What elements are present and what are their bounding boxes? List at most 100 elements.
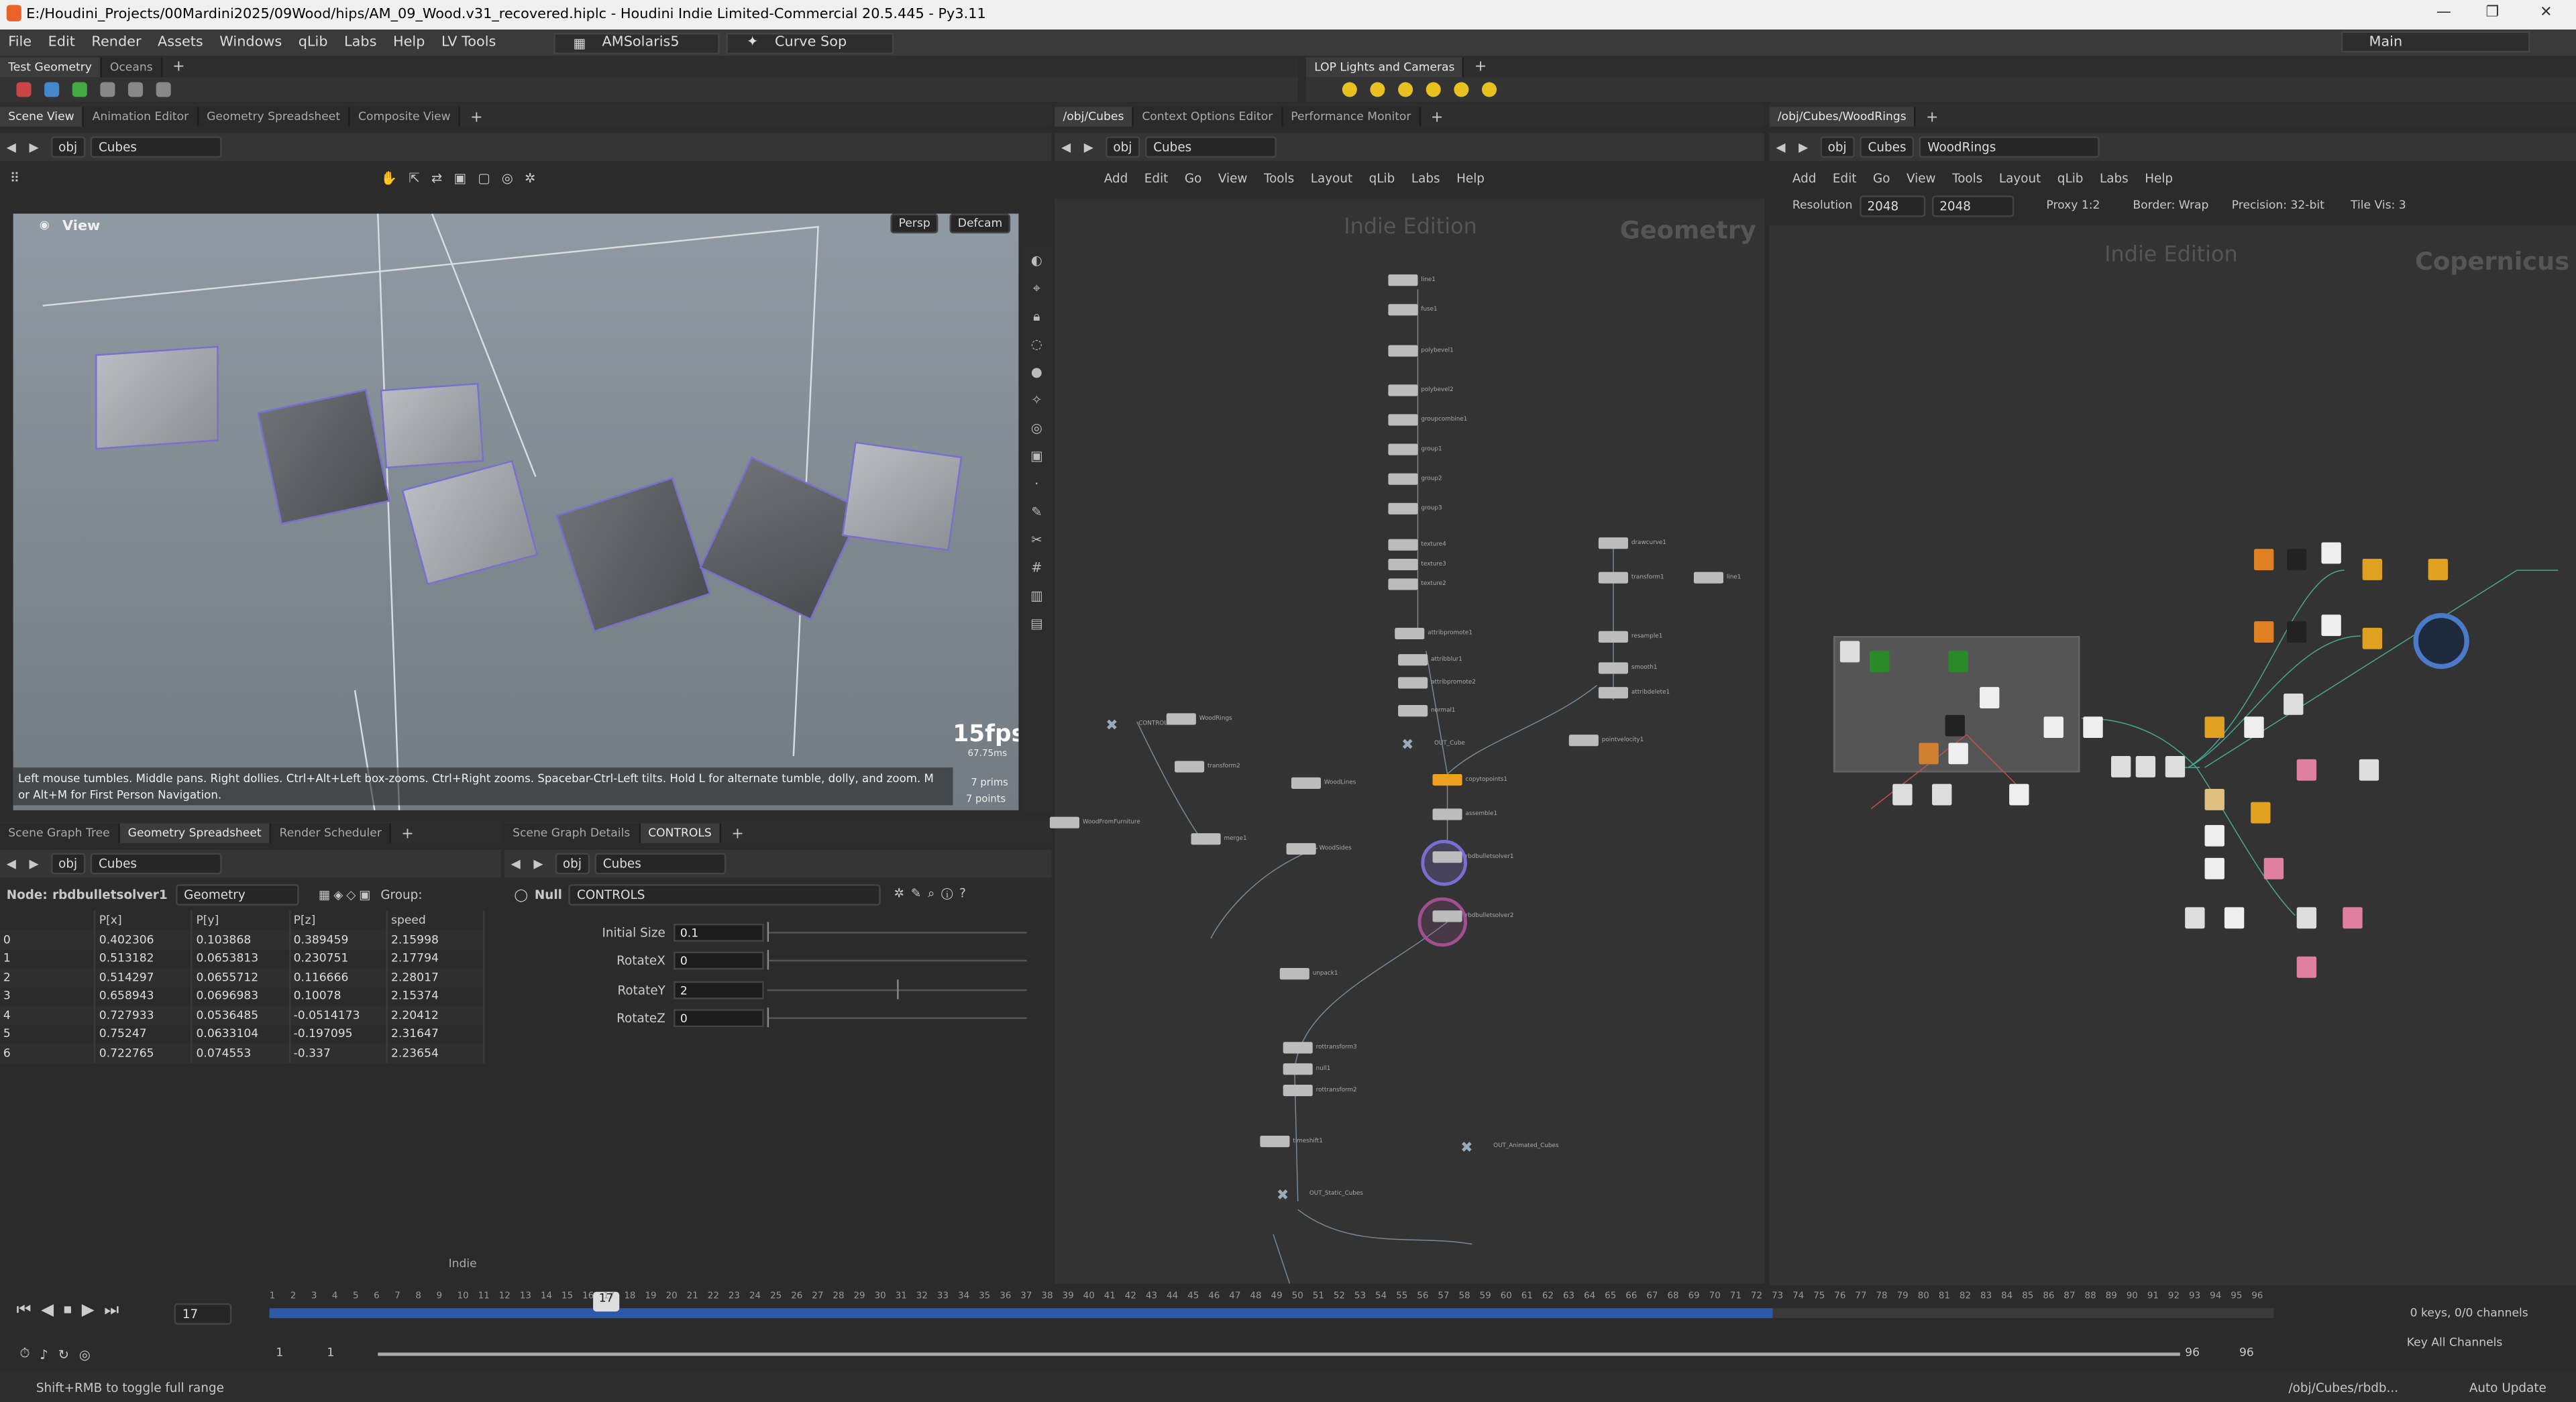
light-icon[interactable]: ✧ <box>1022 386 1051 415</box>
network-node[interactable] <box>1388 473 1418 485</box>
network-node[interactable]: ✖ <box>1277 1188 1306 1205</box>
network-node[interactable] <box>1279 968 1309 980</box>
network-node[interactable] <box>1693 572 1724 584</box>
menu-item-labs[interactable]: Labs <box>336 34 385 51</box>
cop-node[interactable] <box>1932 784 1952 806</box>
fill-icon[interactable]: ▥ <box>1022 582 1051 610</box>
light-icon[interactable] <box>1342 81 1357 97</box>
column-header[interactable]: P[y] <box>192 910 290 930</box>
cop-node[interactable] <box>2135 756 2156 777</box>
light-icon[interactable] <box>1398 81 1413 97</box>
cop-node[interactable] <box>2204 824 2224 847</box>
network-node[interactable] <box>1388 384 1418 396</box>
range-end2[interactable]: 96 <box>2239 1346 2254 1360</box>
forward-icon[interactable]: ▶ <box>1077 140 1100 154</box>
shelf-tool-icon[interactable] <box>100 81 115 97</box>
network-node[interactable] <box>1432 851 1462 863</box>
3d-viewport[interactable]: ◉ View Persp Defcam 15fps 67.75ms 7 prim… <box>13 213 1019 810</box>
tab-controls[interactable]: CONTROLS <box>639 823 722 843</box>
network-node[interactable] <box>1283 1042 1313 1054</box>
shelf-tool-icon[interactable] <box>128 81 144 97</box>
minimize-button[interactable]: — <box>2436 5 2451 21</box>
cop-node[interactable] <box>2428 559 2449 580</box>
path-node[interactable]: Cubes <box>594 853 727 875</box>
cop-path-b[interactable]: WoodRings <box>1919 136 2100 158</box>
shelf-tab-test-geometry[interactable]: Test Geometry <box>0 56 102 76</box>
table-row[interactable]: 5 0.75247 0.0633104 -0.197095 2.31647 <box>0 1024 485 1044</box>
table-row[interactable]: 4 0.727933 0.0536485 -0.0514173 2.20412 <box>0 1006 485 1025</box>
attrib-class-icons[interactable]: ▦◈◇▣ <box>319 887 374 902</box>
menu-item-labs[interactable]: Labs <box>1411 170 1440 185</box>
network-node[interactable] <box>1286 843 1316 855</box>
tab-animation-editor[interactable]: Animation Editor <box>84 107 199 127</box>
param-slider[interactable] <box>767 1007 1027 1028</box>
network-node[interactable] <box>1395 627 1425 640</box>
go-start-icon[interactable]: ⏮ <box>16 1301 31 1319</box>
network-node[interactable] <box>1398 654 1428 666</box>
back-icon[interactable]: ◀ <box>1055 140 1077 154</box>
res-height-field[interactable]: 2048 <box>1931 195 2014 217</box>
cop-node[interactable] <box>1980 687 2000 708</box>
param-slider[interactable] <box>767 950 1027 970</box>
slider-handle[interactable] <box>897 978 899 999</box>
back-icon[interactable]: ◀ <box>0 140 23 154</box>
menu-item-layout[interactable]: Layout <box>1311 170 1352 185</box>
add-tab-icon[interactable]: + <box>392 826 424 843</box>
network-node[interactable] <box>1598 687 1628 699</box>
back-icon[interactable]: ◀ <box>0 856 23 871</box>
point-icon[interactable]: · <box>1022 470 1051 498</box>
network-node[interactable] <box>1388 539 1418 551</box>
camera-icon[interactable]: ◎ <box>1022 414 1051 442</box>
close-button[interactable]: ✕ <box>2540 5 2552 21</box>
knife-icon[interactable]: ✂ <box>1022 526 1051 554</box>
context-selector[interactable]: Curve Sop <box>767 34 881 51</box>
network-node[interactable] <box>1598 662 1628 674</box>
cop-node[interactable] <box>2204 716 2224 739</box>
play-icon[interactable]: ▶ <box>82 1301 95 1319</box>
cop-node[interactable] <box>1919 743 1939 765</box>
cop-node[interactable] <box>2165 756 2186 777</box>
add-tab-icon[interactable]: + <box>1421 110 1453 127</box>
column-header[interactable]: P[z] <box>289 910 388 930</box>
cop-node[interactable] <box>2185 907 2205 929</box>
tab-geometry-spreadsheet[interactable]: Geometry Spreadsheet <box>119 823 272 843</box>
cop-node[interactable] <box>1948 651 1968 673</box>
add-tab-icon[interactable]: + <box>1916 110 1948 127</box>
network-node[interactable] <box>1398 677 1428 689</box>
network-node[interactable] <box>1568 735 1599 747</box>
network-node[interactable] <box>1388 345 1418 357</box>
persp-menu[interactable]: Persp <box>890 213 938 233</box>
cop-node[interactable] <box>2287 549 2307 571</box>
desktop-selector[interactable]: AMSolaris5 <box>594 34 708 51</box>
workspace-selector[interactable]: Main <box>2343 34 2410 50</box>
add-shelf-tab-icon[interactable]: + <box>1464 58 1497 75</box>
menu-item-qlib[interactable]: qLib <box>2057 170 2084 185</box>
back-icon[interactable]: ◀ <box>504 856 527 871</box>
tab-render-scheduler[interactable]: Render Scheduler <box>271 823 392 843</box>
sync-icon[interactable]: ◎ <box>79 1347 91 1362</box>
shelf-tool-icon[interactable] <box>72 81 87 97</box>
cop-node[interactable] <box>2284 693 2304 715</box>
menu-item-lv-tools[interactable]: LV Tools <box>433 34 504 51</box>
maximize-button[interactable]: ❐ <box>2485 5 2499 21</box>
menu-item-layout[interactable]: Layout <box>1999 170 2041 185</box>
menu-item-labs[interactable]: Labs <box>2100 170 2129 185</box>
cop-node[interactable] <box>2321 542 2341 564</box>
network-node[interactable] <box>1260 1135 1290 1148</box>
slider-handle[interactable] <box>767 950 769 970</box>
shelf-tool-icon[interactable] <box>44 81 60 97</box>
snap-icon[interactable]: ⌖ <box>1022 274 1051 303</box>
shelf-tool-icon[interactable] <box>16 81 32 97</box>
network-node[interactable] <box>1398 705 1428 717</box>
menu-item-add[interactable]: Add <box>1792 170 1817 185</box>
selected-cop-node[interactable] <box>2413 612 2469 669</box>
auto-update[interactable]: Auto Update <box>2469 1380 2546 1395</box>
border-label[interactable]: Border: Wrap <box>2133 199 2208 212</box>
forward-icon[interactable]: ▶ <box>1792 140 1815 154</box>
audio-icon[interactable]: ♪ <box>40 1347 48 1362</box>
cop-node[interactable] <box>2204 857 2224 879</box>
path-node[interactable]: Cubes <box>1144 136 1277 158</box>
light-icon[interactable] <box>1481 81 1497 97</box>
cop-path-a[interactable]: Cubes <box>1860 136 1915 158</box>
light-icon[interactable] <box>1454 81 1469 97</box>
